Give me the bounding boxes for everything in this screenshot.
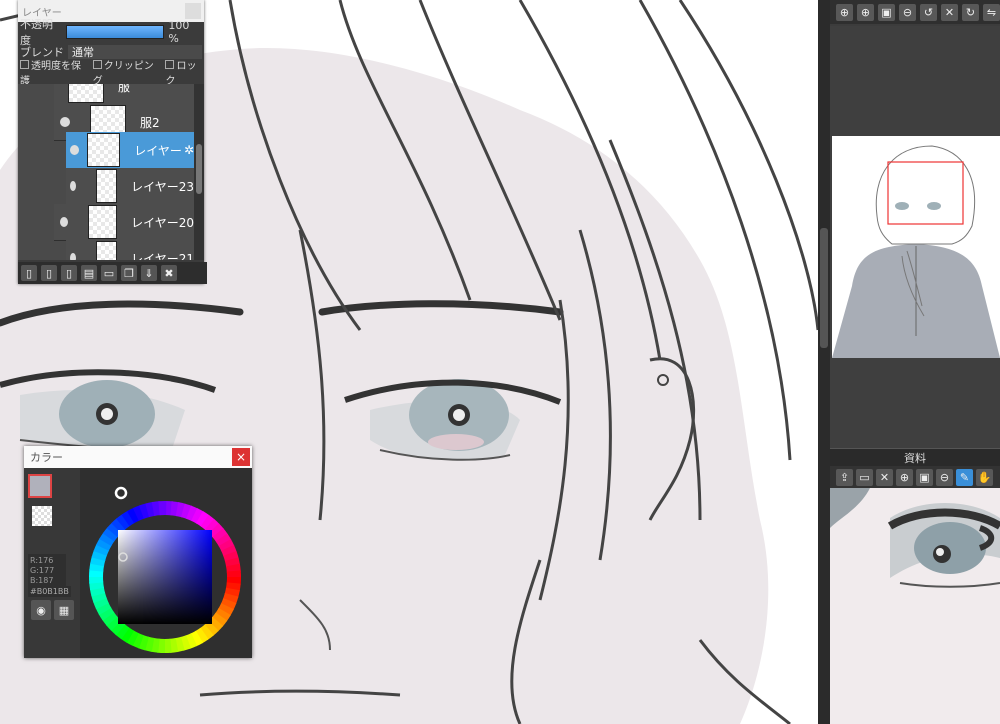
color-wheel-area[interactable] — [80, 468, 252, 658]
b-value: B:187 — [30, 576, 54, 585]
layer-options-row: 透明度を保護 クリッピング ロック — [18, 60, 204, 87]
color-panel: カラー × R:176 G:177 B:187 #B0B1BB ◉ ▦ — [24, 446, 252, 658]
layer-name: レイヤー20 — [131, 215, 194, 230]
zoom-out-icon[interactable]: ⊖ — [899, 3, 916, 21]
hue-ring-segment — [158, 501, 167, 516]
layer-thumbnail — [87, 133, 121, 167]
new-folder-icon[interactable]: ▭ — [101, 265, 117, 281]
visibility-icon[interactable] — [70, 253, 76, 260]
hex-value[interactable]: #B0B1BB — [28, 586, 71, 597]
fit-icon[interactable]: ▣ — [916, 468, 933, 486]
palette-icon[interactable]: ◉ — [31, 600, 51, 620]
lock-checkbox[interactable]: ロック — [165, 57, 204, 87]
opacity-slider[interactable] — [66, 25, 165, 39]
duplicate-layer-icon[interactable]: ❐ — [121, 265, 137, 281]
layer-item[interactable]: レイヤー23 — [66, 168, 194, 205]
layer-name: レイヤー — [134, 143, 182, 158]
open-image-icon[interactable]: ⇪ — [836, 468, 853, 486]
flip-icon[interactable]: ⇋ — [983, 3, 1000, 21]
clipping-checkbox[interactable]: クリッピング — [92, 57, 160, 87]
layer-thumbnail — [87, 205, 118, 239]
transparent-color-swatch[interactable] — [32, 506, 52, 526]
visibility-icon[interactable] — [70, 145, 80, 155]
layer-panel: レイヤー 不透明度 100 % ブレンド 通常 透明度を保護 クリッピング ロッ… — [18, 0, 207, 284]
layer-item[interactable]: レイヤー20 — [54, 204, 194, 241]
hue-picker-handle — [114, 486, 128, 500]
opacity-value: 100 % — [168, 19, 190, 45]
navigator-toolbar: ⊕ ⊕ ▣ ⊖ ↺ ✕ ↻ ⇋ — [830, 0, 1000, 24]
layer-name: 服2 — [140, 115, 160, 130]
visibility-icon[interactable] — [70, 181, 76, 191]
zoom-in-alt-icon[interactable]: ⊕ — [857, 3, 874, 21]
color-side-panel: R:176 G:177 B:187 #B0B1BB ◉ ▦ — [24, 468, 80, 658]
palette-settings-icon[interactable]: ▦ — [54, 600, 74, 620]
layer-thumbnail — [95, 241, 118, 260]
merge-down-icon[interactable]: ⇓ — [141, 265, 157, 281]
foreground-color-swatch[interactable] — [28, 474, 52, 498]
layer-name: レイヤー21 — [131, 251, 194, 261]
close-icon: × — [235, 450, 247, 464]
r-value: R:176 — [30, 556, 54, 565]
rotate-reset-icon[interactable]: ✕ — [941, 3, 958, 21]
zoom-in-icon[interactable]: ⊕ — [896, 468, 913, 486]
protect-alpha-checkbox[interactable]: 透明度を保護 — [20, 57, 87, 87]
rotate-left-icon[interactable]: ↺ — [920, 3, 937, 21]
eyedropper-icon[interactable]: ✎ — [956, 468, 973, 486]
delete-layer-icon[interactable]: ✖ — [161, 265, 177, 281]
layer-item[interactable]: レイヤー21 — [66, 240, 194, 260]
navigator-view[interactable] — [830, 26, 1000, 448]
zoom-in-icon[interactable]: ⊕ — [836, 3, 853, 21]
navigator-thumbnail[interactable] — [832, 136, 1000, 358]
color-wheel[interactable] — [80, 468, 252, 658]
add-halftone-icon[interactable]: ▤ — [81, 265, 97, 281]
layer-thumbnail — [68, 84, 104, 103]
new-layer-1bit-icon[interactable]: ▯ — [61, 265, 77, 281]
layer-list-scrollbar[interactable] — [194, 84, 204, 260]
materials-toolbar: ⇪ ▭ ✕ ⊕ ▣ ⊖ ✎ ✋ — [830, 466, 1000, 488]
fit-icon[interactable]: ▣ — [878, 3, 895, 21]
visibility-icon[interactable] — [60, 217, 68, 227]
color-panel-title: カラー — [30, 451, 63, 464]
layer-list[interactable]: 服 服2 レイヤー ✲ レイヤー23 レイヤー20 レイヤー21 — [18, 84, 194, 260]
layer-thumbnail — [95, 169, 118, 203]
materials-header: 資料 — [830, 448, 1000, 467]
color-panel-close-button[interactable]: × — [232, 448, 250, 466]
g-value: G:177 — [30, 566, 55, 575]
opacity-row: 不透明度 100 % — [18, 18, 204, 47]
layer-panel-close-button[interactable] — [185, 3, 201, 19]
zoom-out-icon[interactable]: ⊖ — [936, 468, 953, 486]
layer-toolbar: ▯ ▯ ▯ ▤ ▭ ❐ ⇓ ✖ — [18, 262, 207, 284]
color-panel-titlebar[interactable]: カラー × — [24, 446, 252, 468]
close-icon[interactable]: ✕ — [876, 468, 893, 486]
layer-item[interactable]: 服 — [54, 84, 194, 105]
visibility-icon[interactable] — [60, 117, 70, 127]
layer-settings-gear-icon[interactable]: ✲ — [184, 143, 194, 157]
rotate-right-icon[interactable]: ↻ — [962, 3, 979, 21]
new-layer-8bit-icon[interactable]: ▯ — [41, 265, 57, 281]
canvas-scrollbar[interactable] — [818, 0, 830, 724]
layer-name: 服 — [118, 84, 131, 94]
materials-title: 資料 — [904, 452, 926, 465]
open-folder-icon[interactable]: ▭ — [856, 468, 873, 486]
layer-name: レイヤー23 — [131, 179, 194, 194]
layer-item-selected[interactable]: レイヤー ✲ — [66, 132, 194, 169]
hand-icon[interactable]: ✋ — [976, 468, 993, 486]
new-layer-icon[interactable]: ▯ — [21, 265, 37, 281]
right-panel: ⊕ ⊕ ▣ ⊖ ↺ ✕ ↻ ⇋ 資料 ⇪ ▭ ✕ ⊕ ▣ ⊖ ✎ ✋ — [830, 0, 1000, 724]
materials-view[interactable] — [830, 488, 1000, 724]
